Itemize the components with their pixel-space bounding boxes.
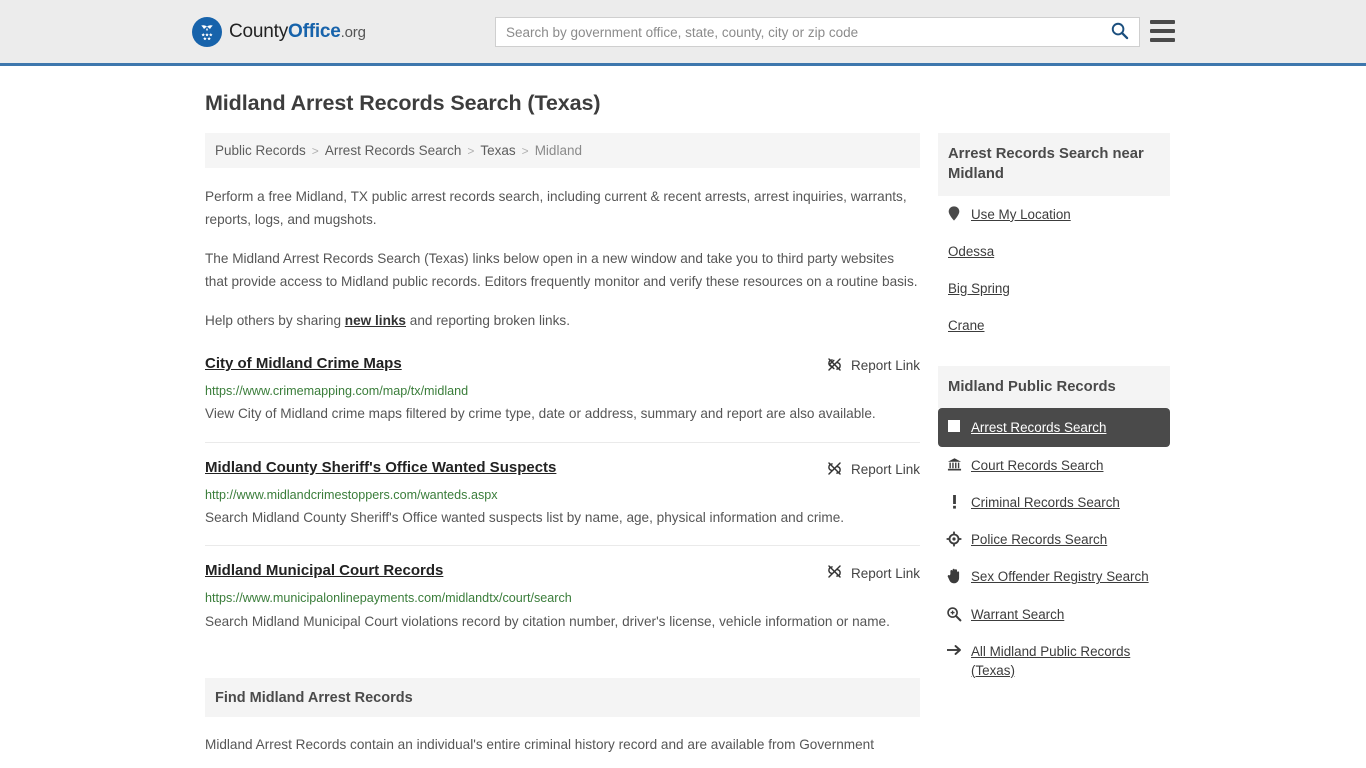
- hamburger-bar: [1150, 29, 1175, 33]
- logo-text-county: County: [229, 20, 289, 42]
- report-link-button[interactable]: Report Link: [826, 459, 920, 480]
- breadcrumb-item-texas[interactable]: Texas: [480, 143, 515, 158]
- sidebar-item-arrest-records-search[interactable]: Arrest Records Search: [938, 408, 1170, 448]
- sidebar: Arrest Records Search near Midland Use M…: [938, 133, 1170, 756]
- result-url: https://www.crimemapping.com/map/tx/midl…: [205, 383, 469, 398]
- result-item: Midland Municipal Court Records Report L…: [205, 562, 920, 649]
- breadcrumb: Public Records > Arrest Records Search >…: [205, 133, 920, 168]
- nearby-searches-list: Use My Location Odessa Big Spring Crane: [938, 196, 1170, 344]
- sidebar-link-label[interactable]: Police Records Search: [971, 530, 1107, 549]
- result-description: Search Midland County Sheriff's Office w…: [205, 509, 845, 525]
- sidebar-link-label[interactable]: Odessa: [948, 242, 994, 261]
- report-link-button[interactable]: Report Link: [826, 355, 920, 376]
- nearby-searches-card: Arrest Records Search near Midland Use M…: [938, 133, 1170, 344]
- result-title-link[interactable]: Midland Municipal Court Records: [205, 562, 443, 581]
- intro-p3-after: and reporting broken links.: [406, 312, 570, 328]
- content-columns: Public Records > Arrest Records Search >…: [205, 133, 1174, 756]
- find-records-section-body: Midland Arrest Records contain an indivi…: [205, 737, 875, 753]
- logo-text-org: .org: [340, 23, 366, 41]
- page-body: Midland Arrest Records Search (Texas) Pu…: [0, 91, 1366, 756]
- sidebar-item-court-records-search[interactable]: Court Records Search: [938, 447, 1170, 484]
- sidebar-link-label[interactable]: Use My Location: [971, 205, 1071, 224]
- intro-p3-before: Help others by sharing: [205, 312, 345, 328]
- sidebar-item-big-spring[interactable]: Big Spring: [938, 270, 1170, 307]
- result-item: Midland County Sheriff's Office Wanted S…: [205, 459, 920, 547]
- results-list: City of Midland Crime Maps Report Link h…: [205, 355, 920, 649]
- sidebar-link-label[interactable]: Warrant Search: [971, 605, 1064, 624]
- broken-link-icon: [826, 563, 843, 583]
- site-header: CountyOffice.org: [0, 0, 1366, 66]
- breadcrumb-separator-icon: >: [521, 143, 529, 158]
- search-button[interactable]: [1099, 18, 1139, 46]
- result-header: Midland County Sheriff's Office Wanted S…: [205, 459, 920, 480]
- sidebar-link-label[interactable]: Sex Offender Registry Search: [971, 567, 1149, 586]
- courthouse-bank-icon: [946, 456, 962, 472]
- intro-paragraph-1: Perform a free Midland, TX public arrest…: [205, 189, 907, 228]
- sidebar-link-label[interactable]: Criminal Records Search: [971, 493, 1120, 512]
- page-title: Midland Arrest Records Search (Texas): [205, 91, 601, 115]
- result-title-link[interactable]: City of Midland Crime Maps: [205, 355, 402, 374]
- sidebar-link-label[interactable]: Court Records Search: [971, 456, 1103, 475]
- breadcrumb-item-arrest-records-search[interactable]: Arrest Records Search: [325, 143, 462, 158]
- result-header: City of Midland Crime Maps Report Link: [205, 355, 920, 376]
- breadcrumb-item-public-records[interactable]: Public Records: [215, 143, 306, 158]
- report-link-button[interactable]: Report Link: [826, 562, 920, 583]
- broken-link-icon: [826, 356, 843, 376]
- public-records-card: Midland Public Records Arrest Records Se…: [938, 365, 1170, 689]
- public-records-heading: Midland Public Records: [938, 365, 1170, 409]
- report-link-label: Report Link: [850, 565, 920, 581]
- breadcrumb-separator-icon: >: [467, 143, 475, 158]
- map-pin-icon: [946, 205, 962, 221]
- result-description: Search Midland Municipal Court violation…: [205, 613, 890, 629]
- result-url: http://www.midlandcrimestoppers.com/want…: [205, 487, 498, 502]
- broken-link-icon: [826, 460, 843, 480]
- search-bar: [495, 17, 1140, 47]
- result-url: https://www.municipalonlinepayments.com/…: [205, 591, 572, 606]
- eagle-shield-icon: [192, 16, 222, 47]
- sidebar-link-label[interactable]: Arrest Records Search: [971, 418, 1106, 437]
- sidebar-link-label[interactable]: All Midland Public Records (Texas): [971, 642, 1162, 680]
- exclamation-mark-icon: [946, 493, 962, 510]
- result-item: City of Midland Crime Maps Report Link h…: [205, 355, 920, 443]
- public-records-list: Arrest Records Search Court Records Sear…: [938, 408, 1170, 688]
- site-logo[interactable]: CountyOffice.org: [192, 16, 366, 47]
- main-column: Public Records > Arrest Records Search >…: [205, 133, 920, 756]
- sidebar-item-criminal-records-search[interactable]: Criminal Records Search: [938, 484, 1170, 521]
- sidebar-item-police-records-search[interactable]: Police Records Search: [938, 521, 1170, 558]
- hamburger-bar: [1150, 20, 1175, 24]
- report-link-label: Report Link: [850, 358, 920, 374]
- breadcrumb-separator-icon: >: [311, 143, 319, 158]
- result-title-link[interactable]: Midland County Sheriff's Office Wanted S…: [205, 459, 556, 478]
- sidebar-item-sex-offender-registry-search[interactable]: Sex Offender Registry Search: [938, 558, 1170, 595]
- sidebar-link-label[interactable]: Big Spring: [948, 279, 1010, 298]
- intro-paragraph-2: The Midland Arrest Records Search (Texas…: [205, 250, 918, 290]
- breadcrumb-item-midland: Midland: [534, 143, 582, 158]
- hamburger-bar: [1150, 38, 1175, 42]
- white-square-icon: [946, 418, 962, 433]
- hand-icon: [946, 567, 962, 584]
- search-icon: [1110, 21, 1129, 43]
- sidebar-item-all-public-records[interactable]: All Midland Public Records (Texas): [938, 633, 1170, 689]
- arrow-right-icon: [946, 642, 962, 657]
- nearby-searches-heading: Arrest Records Search near Midland: [938, 133, 1170, 196]
- search-input[interactable]: [496, 18, 1099, 46]
- sidebar-item-use-my-location[interactable]: Use My Location: [938, 196, 1170, 233]
- result-description: View City of Midland crime maps filtered…: [205, 406, 876, 422]
- sidebar-item-warrant-search[interactable]: Warrant Search: [938, 596, 1170, 633]
- intro-paragraph-3: Help others by sharing new links and rep…: [205, 309, 920, 332]
- result-header: Midland Municipal Court Records Report L…: [205, 562, 920, 583]
- site-logo-text: CountyOffice.org: [229, 21, 366, 43]
- sidebar-item-crane[interactable]: Crane: [938, 307, 1170, 344]
- crosshair-target-icon: [946, 530, 962, 547]
- sidebar-link-label[interactable]: Crane: [948, 316, 984, 335]
- magnifier-plus-icon: [946, 605, 962, 622]
- sidebar-item-odessa[interactable]: Odessa: [938, 233, 1170, 270]
- new-links-link[interactable]: new links: [345, 313, 406, 328]
- logo-text-office: Office: [288, 20, 341, 42]
- find-records-section-heading: Find Midland Arrest Records: [205, 678, 920, 718]
- report-link-label: Report Link: [850, 462, 920, 478]
- intro-text: Perform a free Midland, TX public arrest…: [205, 185, 920, 332]
- hamburger-menu-icon[interactable]: [1150, 20, 1175, 42]
